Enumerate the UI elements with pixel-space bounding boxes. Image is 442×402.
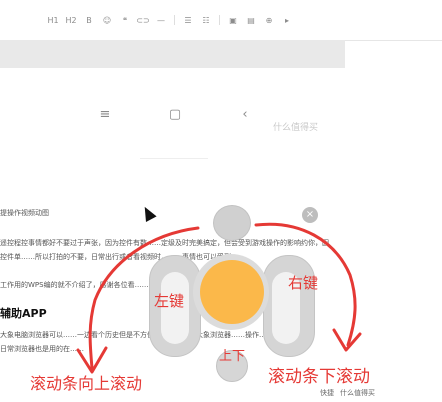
status-item: 快捷 xyxy=(320,389,334,397)
bottom-status-bar: 快捷 什么值得买 xyxy=(320,384,442,402)
annotation-arrows xyxy=(76,222,362,374)
left-key-label: 左键 xyxy=(154,292,185,310)
right-scroll-arrowhead xyxy=(332,328,362,352)
status-item: 什么值得买 xyxy=(340,389,375,397)
scroll-up-label: 滚动条向上滚动 xyxy=(30,374,143,393)
up-down-label: 上下 xyxy=(219,349,246,364)
right-key-label: 右键 xyxy=(288,274,319,292)
